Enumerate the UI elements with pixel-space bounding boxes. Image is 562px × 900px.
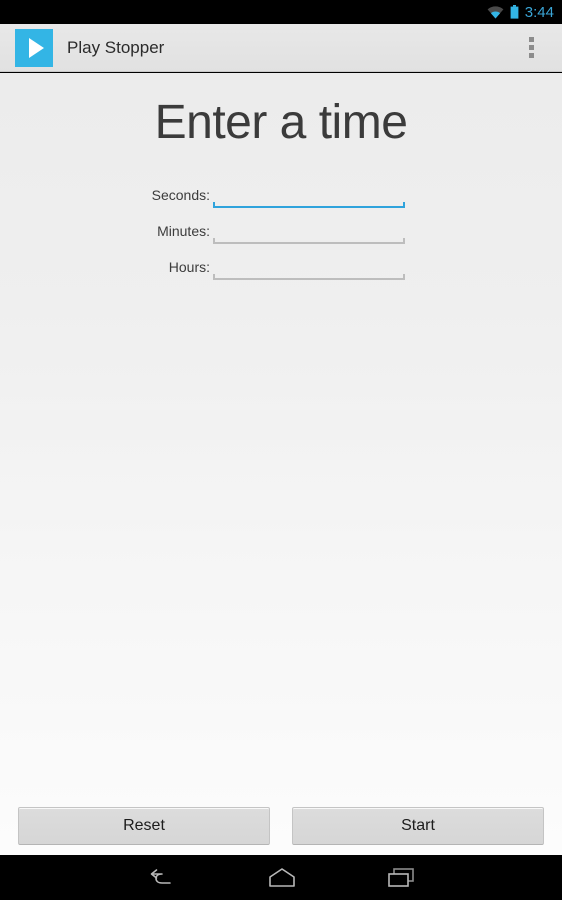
start-button[interactable]: Start — [292, 807, 544, 845]
android-device-screen: 3:44 Play Stopper Enter a time Seconds: — [0, 0, 562, 900]
overflow-menu-icon[interactable] — [519, 28, 543, 68]
back-arrow-icon[interactable] — [102, 855, 222, 900]
recents-icon[interactable] — [342, 855, 462, 900]
underline-bar — [213, 242, 405, 244]
seconds-field-row: Seconds: — [0, 173, 562, 209]
time-entry-form: Seconds: Minutes: Hours: — [0, 173, 562, 281]
minutes-label: Minutes: — [157, 223, 210, 239]
overflow-dot — [528, 53, 534, 58]
wifi-icon — [487, 5, 504, 19]
button-bar: Reset Start — [0, 807, 562, 845]
overflow-dot — [528, 37, 534, 42]
seconds-label: Seconds: — [151, 187, 210, 203]
hours-input[interactable] — [213, 251, 405, 277]
action-bar: Play Stopper — [0, 24, 562, 72]
status-bar-icons: 3:44 — [487, 5, 554, 20]
underline-bar — [213, 206, 405, 208]
hours-label: Hours: — [168, 259, 210, 275]
main-content: Enter a time Seconds: Minutes: Hours: Re… — [0, 73, 562, 855]
hours-field-row: Hours: — [0, 245, 562, 281]
seconds-input-wrapper — [213, 179, 405, 209]
minutes-input-wrapper — [213, 215, 405, 245]
overflow-dot — [528, 45, 534, 50]
minutes-input[interactable] — [213, 215, 405, 241]
reset-button[interactable]: Reset — [18, 807, 270, 845]
status-bar: 3:44 — [0, 0, 562, 24]
minutes-field-row: Minutes: — [0, 209, 562, 245]
play-icon[interactable] — [15, 28, 53, 67]
page-title: Enter a time — [154, 96, 408, 149]
play-triangle-icon — [28, 37, 44, 58]
battery-icon — [510, 5, 519, 19]
home-icon[interactable] — [222, 855, 342, 900]
underline-bar — [213, 278, 405, 280]
seconds-input[interactable] — [213, 179, 405, 205]
status-bar-clock: 3:44 — [524, 3, 554, 21]
navigation-bar — [0, 855, 562, 900]
app-title: Play Stopper — [67, 37, 165, 57]
hours-input-wrapper — [213, 251, 405, 281]
